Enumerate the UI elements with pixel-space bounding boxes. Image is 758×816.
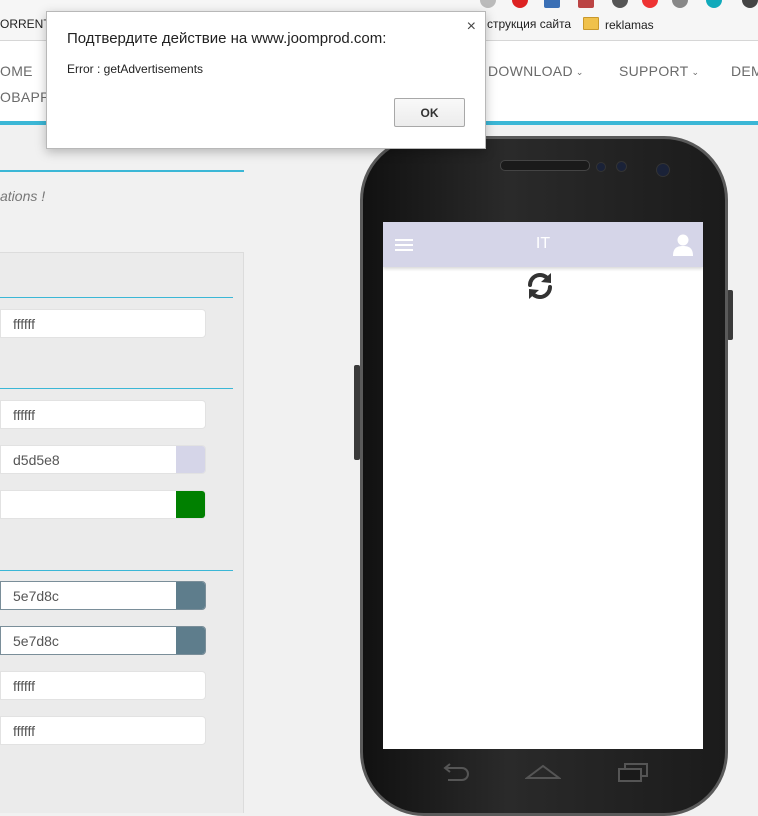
refresh-icon[interactable] (524, 270, 556, 302)
phone-sensor (596, 162, 606, 172)
skype-icon[interactable] (706, 0, 722, 8)
section-divider (0, 388, 233, 389)
color-swatch[interactable] (176, 446, 205, 473)
nav-support[interactable]: SUPPORT ⌄ (619, 63, 699, 79)
folder-icon (583, 17, 599, 30)
color-value: ffffff (13, 723, 36, 739)
nav-demo[interactable]: DEM (731, 63, 758, 79)
color-swatch[interactable] (176, 672, 205, 699)
app-bar: IT (383, 222, 703, 267)
extension-icon[interactable] (742, 0, 758, 8)
phone-sensor (616, 161, 627, 172)
front-camera (656, 163, 670, 177)
recent-apps-icon[interactable] (617, 762, 649, 782)
bookmark-item[interactable]: струкция сайта (487, 17, 571, 31)
color-value: d5d5e8 (13, 452, 60, 468)
color-value: ffffff (13, 678, 36, 694)
color-swatch[interactable] (176, 491, 205, 518)
color-swatch[interactable] (176, 401, 205, 428)
extension-icon[interactable] (578, 0, 594, 8)
user-icon[interactable] (673, 234, 693, 256)
back-icon[interactable] (438, 762, 470, 782)
extension-icon[interactable] (672, 0, 688, 8)
color-input[interactable]: 5e7d8c (0, 581, 206, 610)
extension-icon[interactable] (480, 0, 496, 8)
section-divider (0, 170, 244, 172)
color-input[interactable]: ffffff (0, 671, 206, 700)
color-swatch[interactable] (176, 627, 205, 654)
extension-icon[interactable] (612, 0, 628, 8)
section-divider (0, 570, 233, 571)
color-input[interactable]: ffffff (0, 309, 206, 338)
nav-home[interactable]: OME (0, 63, 33, 79)
phone-speaker (500, 160, 590, 171)
chevron-down-icon: ⌄ (691, 67, 700, 77)
dialog-title: Подтвердите действие на www.joomprod.com… (67, 30, 387, 47)
chevron-down-icon: ⌄ (575, 67, 584, 77)
color-value: 5e7d8c (13, 588, 59, 604)
tagline: ations ! (0, 188, 46, 204)
color-value: 5e7d8c (13, 633, 59, 649)
color-input[interactable]: 5e7d8c (0, 626, 206, 655)
color-value: ffffff (13, 316, 36, 332)
nav-support-label: SUPPORT (619, 63, 689, 79)
phone-screen: IT (383, 222, 703, 749)
alert-dialog: Подтвердите действие на www.joomprod.com… (46, 11, 486, 149)
color-swatch[interactable] (176, 717, 205, 744)
bookmark-folder-label: reklamas (605, 18, 654, 32)
nav-download[interactable]: DOWNLOAD ⌄ (488, 63, 584, 79)
color-input[interactable] (0, 490, 206, 519)
adblock-icon[interactable] (512, 0, 528, 8)
home-icon[interactable] (525, 762, 561, 782)
apps-icon[interactable] (544, 0, 560, 8)
color-swatch[interactable] (176, 582, 205, 609)
color-input[interactable]: ffffff (0, 400, 206, 429)
bookmark-folder[interactable]: reklamas (583, 17, 654, 32)
dialog-message: Error : getAdvertisements (67, 62, 204, 76)
ok-button[interactable]: OK (394, 98, 465, 127)
nav-mobapp[interactable]: OBAPP (0, 89, 50, 105)
color-swatch[interactable] (176, 310, 205, 337)
pinterest-icon[interactable] (642, 0, 658, 8)
color-input[interactable]: ffffff (0, 716, 206, 745)
color-value: ffffff (13, 407, 36, 423)
color-input[interactable]: d5d5e8 (0, 445, 206, 474)
close-icon[interactable]: × (467, 18, 476, 36)
nav-download-label: DOWNLOAD (488, 63, 573, 79)
section-divider (0, 297, 233, 298)
app-title: IT (535, 235, 551, 252)
